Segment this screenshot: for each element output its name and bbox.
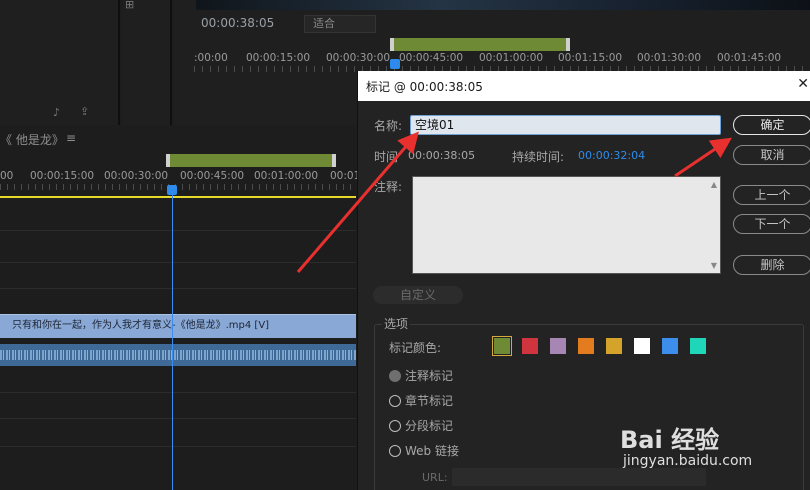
color-swatch-lavender[interactable] bbox=[550, 338, 566, 354]
cancel-button[interactable]: 取消 bbox=[733, 145, 810, 165]
watermark-url: jingyan.baidu.com bbox=[623, 453, 753, 469]
radio-dot bbox=[389, 445, 401, 457]
radio-label: Web 链接 bbox=[405, 444, 459, 458]
tick-label: 00:01:00:00 bbox=[479, 52, 544, 64]
sequence-menu-icon[interactable]: ≡ bbox=[66, 131, 76, 145]
radio-label: 章节标记 bbox=[405, 394, 454, 408]
track-divider bbox=[0, 230, 356, 231]
delete-button[interactable]: 删除 bbox=[733, 255, 810, 275]
duration-label: 持续时间: bbox=[512, 150, 565, 164]
radio-comment-marker[interactable]: 注释标记 bbox=[389, 367, 453, 384]
effects-panel: ⊞ bbox=[122, 0, 172, 125]
dialog-titlebar[interactable]: 标记 @ 00:00:38:05 ✕ bbox=[358, 71, 810, 101]
in-time-value[interactable]: 00:00:38:05 bbox=[408, 149, 475, 162]
video-clip[interactable]: 只有和你在一起，作为人我才有意义-《他是龙》.mp4 [V] bbox=[0, 314, 356, 338]
panel-icon[interactable]: ⊞ bbox=[125, 0, 134, 11]
comment-label: 注释: bbox=[374, 180, 403, 194]
sequence-tab[interactable]: 《 他是龙》 bbox=[0, 131, 64, 148]
name-label: 名称: bbox=[374, 119, 403, 133]
tick-label: 00:00:45:00 bbox=[180, 170, 245, 182]
marker-range-bar[interactable] bbox=[390, 38, 570, 51]
color-swatch-yellow[interactable] bbox=[606, 338, 622, 354]
tick-label: 00:00:30:00 bbox=[326, 52, 391, 64]
color-swatch-red[interactable] bbox=[522, 338, 538, 354]
radio-chapter-marker[interactable]: 章节标记 bbox=[389, 392, 453, 409]
marker-color-label: 标记颜色: bbox=[389, 341, 442, 355]
comment-textarea[interactable]: ▲ ▼ bbox=[412, 176, 721, 274]
track-divider bbox=[0, 418, 356, 419]
timeline-playhead-line[interactable] bbox=[172, 194, 173, 490]
options-label: 选项 bbox=[382, 315, 411, 332]
scroll-up-icon[interactable]: ▲ bbox=[711, 180, 717, 189]
close-icon[interactable]: ✕ bbox=[797, 76, 809, 92]
audio-waveform bbox=[0, 350, 356, 360]
monitor-timecode[interactable]: 00:00:38:05 bbox=[201, 16, 274, 30]
monitor-playhead[interactable] bbox=[390, 59, 400, 69]
tick-label: 00:00:30:00 bbox=[104, 170, 169, 182]
track-divider bbox=[0, 262, 356, 263]
work-area-bar[interactable] bbox=[0, 196, 356, 198]
color-swatch-orange[interactable] bbox=[578, 338, 594, 354]
url-label: URL: bbox=[422, 471, 448, 484]
next-button[interactable]: 下一个 bbox=[733, 214, 810, 234]
duration-value[interactable]: 00:00:32:04 bbox=[578, 149, 645, 162]
scroll-down-icon[interactable]: ▼ bbox=[711, 261, 717, 270]
marker-name-input[interactable]: 空境01 bbox=[410, 115, 721, 135]
baidu-watermark: Bai 经验 jingyan.baidu.com bbox=[620, 398, 810, 490]
previous-button[interactable]: 上一个 bbox=[733, 185, 810, 205]
time-label: 时间 bbox=[374, 150, 399, 164]
timeline-ticks bbox=[0, 184, 356, 190]
custom-button[interactable]: 自定义 bbox=[373, 286, 463, 304]
tick-label: 00 bbox=[0, 170, 14, 182]
radio-dot bbox=[389, 395, 401, 407]
fit-dropdown[interactable]: 适合 bbox=[304, 15, 376, 33]
tick-label: 00:01:00:00 bbox=[254, 170, 319, 182]
radio-dot bbox=[389, 370, 401, 382]
tick-label: 00:00:15:00 bbox=[30, 170, 95, 182]
ok-button[interactable]: 确定 bbox=[733, 115, 810, 135]
watermark-brand: Bai 经验 bbox=[620, 426, 720, 454]
tick-label: 00:01:15:00 bbox=[558, 52, 623, 64]
color-swatch-white[interactable] bbox=[634, 338, 650, 354]
radio-dot bbox=[389, 420, 401, 432]
radio-segment-marker[interactable]: 分段标记 bbox=[389, 417, 453, 434]
video-preview bbox=[196, 0, 810, 10]
project-panel: ♪ ⇪ bbox=[0, 0, 120, 125]
tick-label: 00:01:30:00 bbox=[637, 52, 702, 64]
audio-clip[interactable] bbox=[0, 344, 356, 366]
tick-label: 00:00:15:00 bbox=[246, 52, 311, 64]
radio-label: 分段标记 bbox=[405, 419, 454, 433]
color-swatch-cyan[interactable] bbox=[690, 338, 706, 354]
audio-icon[interactable]: ♪ bbox=[53, 106, 60, 119]
radio-web-link[interactable]: Web 链接 bbox=[389, 442, 459, 459]
tick-label: 00:00:45:00 bbox=[399, 52, 464, 64]
timeline-marker-bar[interactable] bbox=[166, 154, 336, 167]
dialog-title: 标记 @ 00:00:38:05 bbox=[366, 80, 483, 94]
tick-label: 00:01 bbox=[330, 170, 361, 182]
track-divider bbox=[0, 288, 356, 289]
radio-label: 注释标记 bbox=[405, 369, 454, 383]
color-swatch-green[interactable] bbox=[492, 336, 512, 356]
tick-label: :00:00 bbox=[194, 52, 228, 64]
color-swatch-blue[interactable] bbox=[662, 338, 678, 354]
tick-label: 00:01:45:00 bbox=[717, 52, 782, 64]
track-divider bbox=[0, 446, 356, 447]
export-icon[interactable]: ⇪ bbox=[80, 105, 89, 118]
track-divider bbox=[0, 392, 356, 393]
